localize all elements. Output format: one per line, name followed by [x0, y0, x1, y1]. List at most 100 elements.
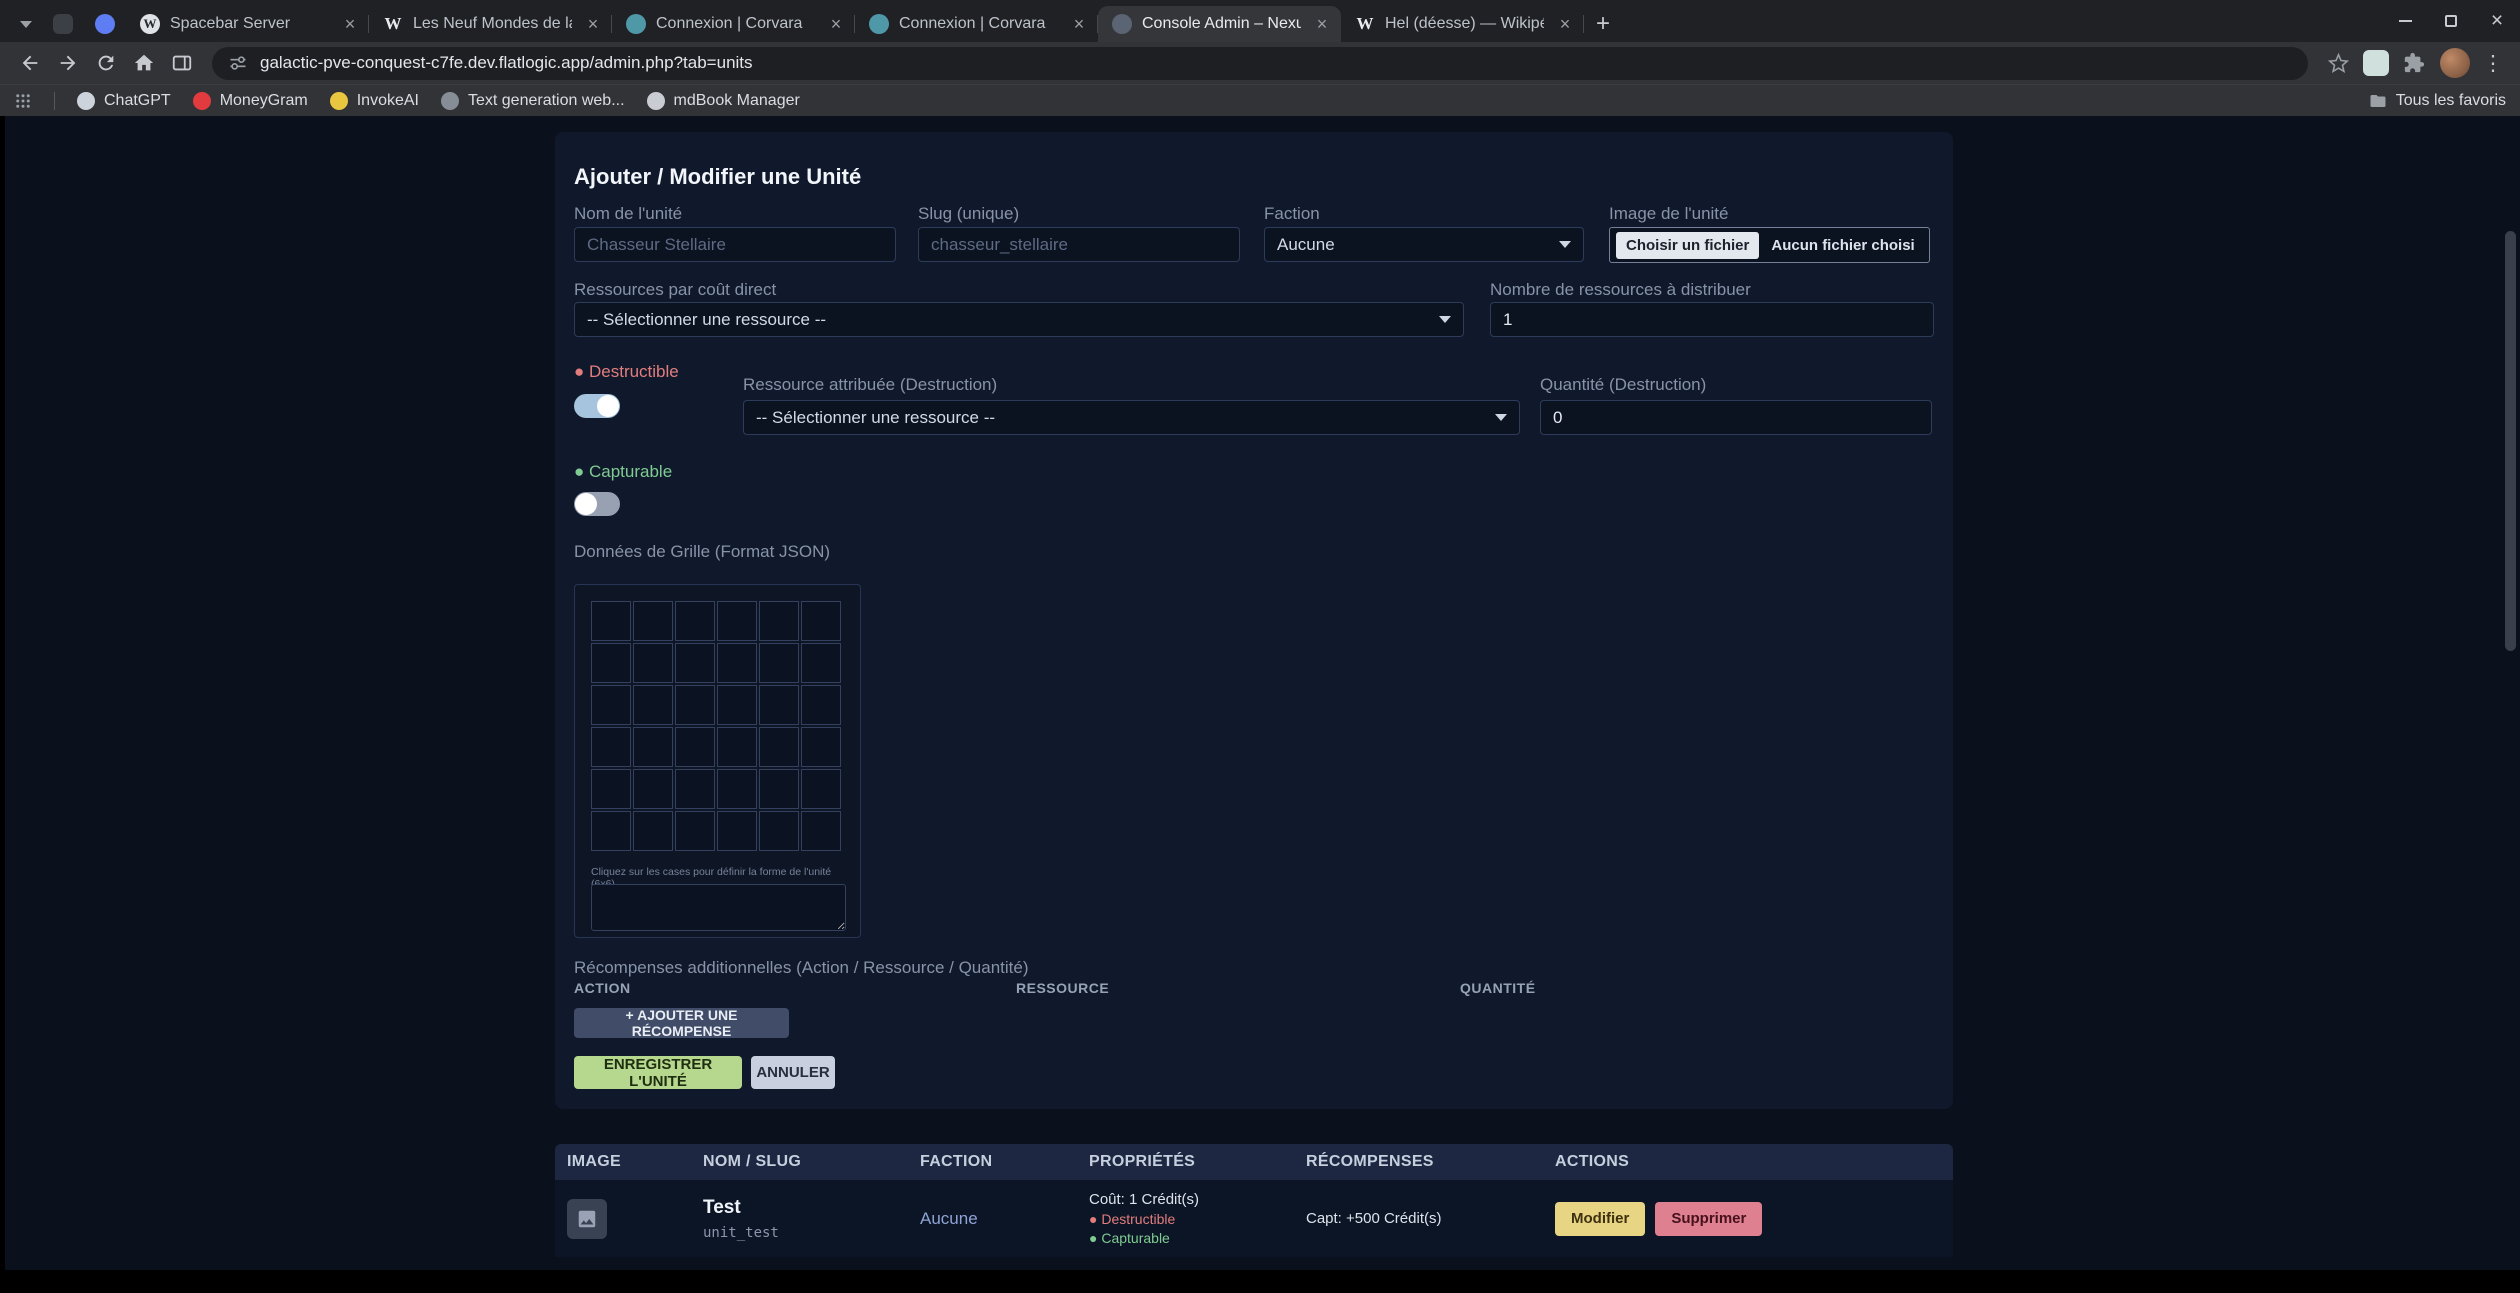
tab-close-icon[interactable]: × [825, 13, 847, 35]
resource-count-input[interactable] [1490, 302, 1934, 337]
all-bookmarks-button[interactable]: Tous les favoris [2369, 92, 2506, 110]
grid-cell[interactable] [675, 643, 715, 683]
tab-hel-wikipedia[interactable]: W Hel (déesse) — Wikipédia × [1341, 6, 1584, 42]
profile-avatar[interactable] [2440, 48, 2470, 78]
grid-cell[interactable] [675, 601, 715, 641]
tab-close-icon[interactable]: × [1068, 13, 1090, 35]
grid-cell[interactable] [633, 643, 673, 683]
browser-menu-button[interactable]: ⋮ [2478, 45, 2508, 81]
bookmark-text-generation[interactable]: Text generation web... [441, 92, 625, 110]
maximize-button[interactable] [2428, 0, 2474, 42]
tab-close-icon[interactable]: × [582, 13, 604, 35]
pinned-tab-1[interactable] [42, 6, 84, 42]
apps-grid-icon[interactable] [14, 92, 32, 110]
home-button[interactable] [126, 45, 162, 81]
grid-cell[interactable] [717, 685, 757, 725]
rewards-label: Récompenses additionnelles (Action / Res… [574, 958, 1029, 978]
destruction-resource-label: Ressource attribuée (Destruction) [743, 375, 997, 395]
extension-icon[interactable] [2363, 50, 2389, 76]
bookmark-label: Text generation web... [468, 92, 625, 110]
bookmark-chatgpt[interactable]: ChatGPT [77, 92, 171, 110]
capturable-toggle[interactable] [574, 492, 620, 516]
grid-cell[interactable] [591, 769, 631, 809]
grid-cell[interactable] [633, 811, 673, 851]
grid-cell[interactable] [717, 769, 757, 809]
tab-spacebar-server[interactable]: W Spacebar Server × [126, 6, 369, 42]
pinned-tab-2[interactable] [84, 6, 126, 42]
grid-cell[interactable] [633, 769, 673, 809]
bookmark-moneygram[interactable]: MoneyGram [193, 92, 308, 110]
grid-cell[interactable] [675, 727, 715, 767]
tab-console-admin-nexus[interactable]: Console Admin – Nexus × [1098, 6, 1341, 42]
destructible-toggle[interactable] [574, 394, 620, 418]
grid-cell[interactable] [591, 727, 631, 767]
tab-close-icon[interactable]: × [1311, 13, 1333, 35]
grid-cell[interactable] [675, 811, 715, 851]
tab-close-icon[interactable]: × [1554, 13, 1576, 35]
delete-unit-button[interactable]: Supprimer [1655, 1202, 1762, 1236]
grid-cell[interactable] [717, 643, 757, 683]
unit-image-file-input[interactable]: Choisir un fichier Aucun fichier choisi [1609, 227, 1930, 263]
extensions-button[interactable] [2396, 45, 2432, 81]
close-window-button[interactable]: × [2474, 0, 2520, 42]
destruction-resource-select[interactable]: -- Sélectionner une ressource -- [743, 400, 1520, 435]
scrollbar-thumb[interactable] [2505, 231, 2516, 651]
grid-cell[interactable] [759, 811, 799, 851]
unit-rewards: Capt: +500 Crédit(s) [1294, 1180, 1543, 1257]
grid-cell[interactable] [759, 601, 799, 641]
grid-json-textarea[interactable] [591, 884, 846, 931]
save-unit-button[interactable]: ENREGISTRER L'UNITÉ [574, 1056, 742, 1089]
grid-cell[interactable] [801, 727, 841, 767]
grid-cell[interactable] [717, 811, 757, 851]
grid-cell[interactable] [801, 685, 841, 725]
chatgpt-icon [77, 92, 95, 110]
minimize-button[interactable] [2382, 0, 2428, 42]
grid-cell[interactable] [633, 601, 673, 641]
resource-cost-label: Ressources par coût direct [574, 280, 776, 300]
bookmark-mdbook-manager[interactable]: mdBook Manager [647, 92, 800, 110]
unit-slug-input[interactable] [918, 227, 1240, 262]
grid-cell[interactable] [759, 685, 799, 725]
grid-cell[interactable] [633, 685, 673, 725]
cancel-button[interactable]: ANNULER [751, 1056, 835, 1089]
grid-cell[interactable] [591, 811, 631, 851]
grid-cell[interactable] [801, 601, 841, 641]
forward-icon [57, 52, 79, 74]
grid-cell[interactable] [633, 727, 673, 767]
back-button[interactable] [12, 45, 48, 81]
grid-cell[interactable] [759, 643, 799, 683]
resource-cost-select[interactable]: -- Sélectionner une ressource -- [574, 302, 1464, 337]
bookmark-star-button[interactable] [2320, 45, 2356, 81]
new-tab-button[interactable]: + [1584, 6, 1622, 42]
grid-cell[interactable] [759, 727, 799, 767]
grid-cell[interactable] [801, 643, 841, 683]
tab-neuf-mondes[interactable]: W Les Neuf Mondes de la Mythol... × [369, 6, 612, 42]
address-bar[interactable]: galactic-pve-conquest-c7fe.dev.flatlogic… [212, 47, 2308, 80]
grid-cell[interactable] [591, 643, 631, 683]
grid-cell[interactable] [801, 769, 841, 809]
divider [54, 92, 55, 110]
add-reward-button[interactable]: + AJOUTER UNE RÉCOMPENSE [574, 1008, 789, 1038]
reload-button[interactable] [88, 45, 124, 81]
tab-connexion-corvara-1[interactable]: Connexion | Corvara × [612, 6, 855, 42]
forward-button[interactable] [50, 45, 86, 81]
tab-search-button[interactable] [10, 6, 42, 42]
grid-cell[interactable] [801, 811, 841, 851]
grid-cell[interactable] [675, 685, 715, 725]
grid-cell[interactable] [591, 601, 631, 641]
grid-cell[interactable] [675, 769, 715, 809]
destruction-qty-input[interactable] [1540, 400, 1932, 435]
unit-name-input[interactable] [574, 227, 896, 262]
edit-unit-button[interactable]: Modifier [1555, 1202, 1645, 1236]
grid-cell[interactable] [717, 601, 757, 641]
choose-file-button[interactable]: Choisir un fichier [1616, 232, 1759, 259]
grid-cell[interactable] [759, 769, 799, 809]
grid-cell[interactable] [591, 685, 631, 725]
folder-icon [2369, 92, 2387, 110]
bookmark-invokeai[interactable]: InvokeAI [330, 92, 419, 110]
faction-select[interactable]: Aucune [1264, 227, 1584, 262]
side-panel-button[interactable] [164, 45, 200, 81]
tab-connexion-corvara-2[interactable]: Connexion | Corvara × [855, 6, 1098, 42]
tab-close-icon[interactable]: × [339, 13, 361, 35]
grid-cell[interactable] [717, 727, 757, 767]
